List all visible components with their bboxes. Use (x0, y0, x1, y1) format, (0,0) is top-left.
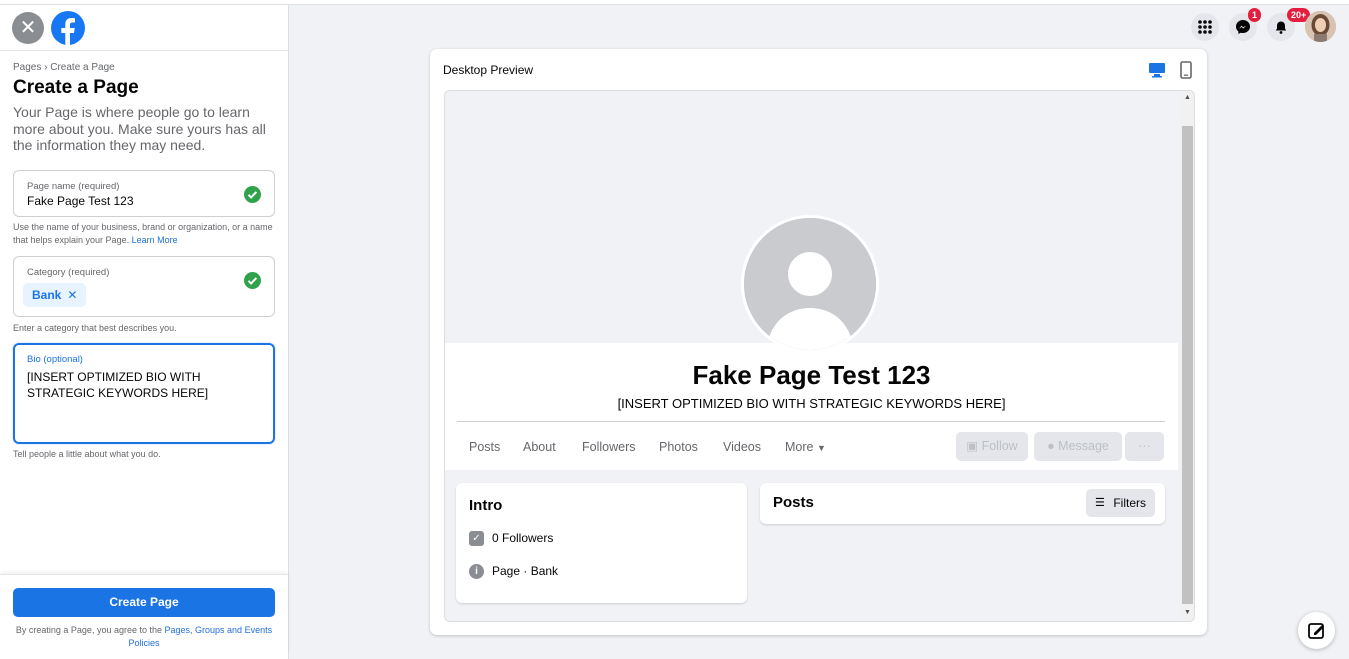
followers-row: ✓ 0 Followers (469, 531, 553, 547)
mobile-view-icon[interactable] (1180, 61, 1192, 84)
bio-textarea[interactable]: [INSERT OPTIMIZED BIO WITH STRATEGIC KEY… (27, 369, 257, 401)
posts-card: Posts ☰ Filters (760, 483, 1165, 524)
page-name-label: Page name (required) (27, 181, 120, 192)
tab-followers[interactable]: Followers (582, 440, 636, 454)
breadcrumb[interactable]: Pages › Create a Page (13, 62, 115, 73)
desktop-view-icon[interactable] (1148, 62, 1166, 83)
follow-icon: ▣ (966, 439, 979, 453)
scrollbar-thumb[interactable] (1182, 126, 1193, 604)
messenger-icon: ● (1047, 439, 1055, 453)
tab-more[interactable]: More ▼ (785, 440, 826, 454)
page-description: Your Page is where people go to learn mo… (13, 104, 266, 153)
category-chip[interactable]: Bank ✕ (23, 283, 87, 307)
tab-videos[interactable]: Videos (723, 440, 761, 454)
preview-scrollbar[interactable]: ▲ ▼ (1181, 91, 1194, 621)
more-actions-button[interactable]: ··· (1125, 432, 1164, 461)
message-button[interactable]: ● Message (1034, 432, 1122, 461)
category-help: Enter a category that best describes you… (13, 323, 177, 333)
messenger-badge: 1 (1248, 8, 1262, 22)
scroll-up-arrow[interactable]: ▲ (1184, 94, 1191, 101)
tab-about[interactable]: About (523, 440, 556, 454)
intro-title: Intro (469, 497, 503, 514)
preview-card: Desktop Preview Fake Page Test 123 [INSE… (430, 49, 1207, 635)
bio-help: Tell people a little about what you do. (13, 449, 161, 459)
page-preview: Fake Page Test 123 [INSERT OPTIMIZED BIO… (444, 90, 1195, 622)
header-divider (457, 421, 1165, 422)
facebook-logo-icon[interactable] (51, 11, 85, 45)
create-page-button[interactable]: Create Page (13, 588, 275, 617)
tab-photos[interactable]: Photos (659, 440, 698, 454)
filters-button[interactable]: ☰ Filters (1086, 489, 1155, 517)
category-row: i Page · Bank (469, 564, 558, 580)
tab-posts[interactable]: Posts (469, 440, 500, 454)
page-name-field[interactable]: Page name (required) Fake Page Test 123 (13, 170, 275, 217)
preview-bio: [INSERT OPTIMIZED BIO WITH STRATEGIC KEY… (617, 396, 1006, 411)
posts-title: Posts (773, 494, 814, 511)
info-icon: i (469, 564, 484, 580)
category-label: Category (required) (27, 267, 110, 278)
intro-card: Intro ✓ 0 Followers i Page · Bank (456, 483, 747, 603)
account-avatar[interactable] (1305, 11, 1336, 42)
learn-more-link[interactable]: Learn More (132, 235, 178, 245)
caret-down-icon: ▼ (816, 443, 826, 453)
new-message-button[interactable] (1298, 612, 1335, 649)
page-name-help: Use the name of your business, brand or … (13, 222, 273, 245)
follow-button[interactable]: ▣ Follow (956, 432, 1028, 461)
agreement-text: By creating a Page, you agree to the Pag… (15, 625, 273, 648)
bio-label: Bio (optional) (27, 354, 83, 365)
page-name-input[interactable]: Fake Page Test 123 (27, 194, 134, 208)
scroll-down-arrow[interactable]: ▼ (1184, 609, 1191, 616)
remove-chip-icon[interactable]: ✕ (67, 288, 77, 302)
grid-icon (1198, 20, 1212, 34)
followers-icon: ✓ (469, 531, 484, 547)
category-field[interactable]: Category (required) Bank ✕ (13, 256, 275, 317)
filters-icon: ☰ (1095, 497, 1105, 509)
compose-icon (1308, 623, 1324, 639)
preview-title: Desktop Preview (443, 63, 534, 77)
valid-check-icon (244, 186, 261, 203)
valid-check-icon (244, 272, 261, 289)
sidebar-header: ✕ (0, 5, 288, 51)
bio-field[interactable]: Bio (optional) [INSERT OPTIMIZED BIO WIT… (13, 343, 275, 444)
close-button[interactable]: ✕ (12, 12, 44, 44)
sidebar-footer: Create Page By creating a Page, you agre… (0, 574, 288, 654)
page-title: Create a Page (13, 77, 139, 98)
preview-page-name: Fake Page Test 123 (692, 360, 931, 390)
menu-grid-button[interactable] (1191, 13, 1219, 41)
profile-picture (741, 215, 879, 353)
